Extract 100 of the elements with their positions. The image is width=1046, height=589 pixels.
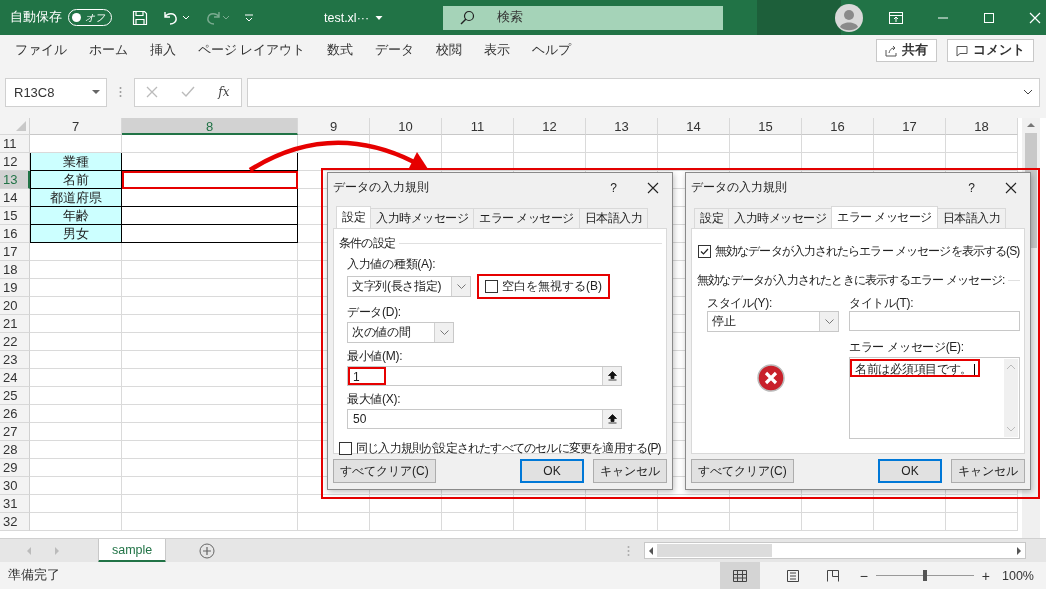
row-header[interactable]: 28: [0, 441, 30, 459]
caret-icon[interactable]: [92, 89, 100, 95]
row-header[interactable]: 23: [0, 351, 30, 369]
ribbon-tab[interactable]: ヘルプ: [521, 42, 583, 59]
ribbon-tab[interactable]: 表示: [473, 42, 522, 59]
table-cell[interactable]: [122, 225, 298, 243]
page-layout-icon[interactable]: [785, 568, 800, 583]
row-header[interactable]: 31: [0, 495, 30, 513]
clear-all-button[interactable]: すべてクリア(C): [691, 459, 794, 483]
range-select-button[interactable]: [602, 367, 621, 385]
insert-function-button[interactable]: fx: [218, 85, 230, 99]
column-header[interactable]: 14: [658, 118, 730, 135]
slider-thumb[interactable]: [922, 570, 927, 581]
row-header[interactable]: 17: [0, 243, 30, 261]
ribbon-tab[interactable]: 挿入: [139, 42, 187, 59]
ribbon-tab[interactable]: ページ レイアウト: [187, 42, 317, 59]
close-icon[interactable]: [1005, 181, 1017, 194]
checkbox-label[interactable]: 空白を無視する(B): [502, 278, 602, 295]
row-header[interactable]: 16: [0, 225, 30, 243]
dialog-tab[interactable]: 日本語入力: [578, 208, 649, 228]
ok-button[interactable]: OK: [878, 459, 942, 483]
formula-input[interactable]: [247, 77, 1040, 107]
comment-button[interactable]: コメント: [947, 39, 1034, 62]
scrollbar[interactable]: [1004, 359, 1018, 437]
text-area[interactable]: 名前は必須項目です。: [849, 357, 1020, 439]
column-header[interactable]: 8: [122, 118, 298, 135]
normal-view-button[interactable]: [719, 562, 760, 589]
column-header[interactable]: 13: [586, 118, 658, 135]
caret-icon[interactable]: [375, 14, 384, 21]
add-sheet-icon[interactable]: [199, 542, 216, 559]
zoom-in-button[interactable]: +: [981, 567, 990, 584]
column-header[interactable]: 12: [514, 118, 586, 135]
row-header[interactable]: 20: [0, 297, 30, 315]
dialog-tab[interactable]: 設定: [336, 206, 371, 228]
dialog-tab[interactable]: エラー メッセージ: [831, 206, 938, 228]
row-header[interactable]: 14: [0, 189, 30, 207]
column-header[interactable]: 15: [730, 118, 802, 135]
row-header[interactable]: 19: [0, 279, 30, 297]
customize-icon[interactable]: [244, 12, 254, 23]
row-header[interactable]: 18: [0, 261, 30, 279]
ribbon-display-icon[interactable]: [889, 11, 904, 24]
dropdown[interactable]: 次の値の間: [347, 322, 454, 343]
maximize-icon[interactable]: [983, 11, 996, 24]
help-button[interactable]: ?: [610, 180, 617, 195]
column-header[interactable]: 16: [802, 118, 874, 135]
selected-cell[interactable]: [122, 171, 298, 189]
dialog-tab[interactable]: 日本語入力: [936, 208, 1007, 228]
table-cell[interactable]: [122, 189, 298, 207]
row-header[interactable]: 11: [0, 135, 30, 153]
ribbon-tab[interactable]: 数式: [316, 42, 365, 59]
caret-icon[interactable]: [182, 14, 190, 21]
row-header[interactable]: 21: [0, 315, 30, 333]
dropdown[interactable]: 停止: [707, 311, 839, 332]
page-break-icon[interactable]: [825, 568, 840, 583]
checkbox[interactable]: [339, 442, 352, 455]
input-field[interactable]: [849, 311, 1020, 331]
save-icon[interactable]: [132, 9, 148, 26]
table-cell[interactable]: [122, 153, 298, 171]
checkbox-label[interactable]: 無効なデータが入力されたらエラー メッセージを表示する(S): [715, 243, 1020, 260]
row-header[interactable]: 27: [0, 423, 30, 441]
input-field[interactable]: 1: [347, 366, 622, 386]
expand-icon[interactable]: [1023, 89, 1033, 95]
ribbon-tab[interactable]: 校閲: [425, 42, 474, 59]
share-button[interactable]: 共有: [876, 39, 937, 62]
checkbox[interactable]: [698, 245, 711, 258]
clear-all-button[interactable]: すべてクリア(C): [333, 459, 436, 483]
input-field[interactable]: 50: [347, 409, 622, 429]
ribbon-tab[interactable]: ホーム: [78, 42, 139, 59]
cancel-button[interactable]: キャンセル: [593, 459, 667, 483]
checkbox[interactable]: [485, 280, 498, 293]
cancel-button[interactable]: キャンセル: [951, 459, 1025, 483]
name-box[interactable]: R13C8: [5, 77, 107, 107]
column-header[interactable]: 18: [946, 118, 1018, 135]
row-header[interactable]: 15: [0, 207, 30, 225]
dropdown[interactable]: 文字列(長さ指定): [347, 276, 471, 297]
file-name[interactable]: test.xl···: [324, 10, 370, 25]
row-header[interactable]: 12: [0, 153, 30, 171]
close-icon[interactable]: [647, 181, 659, 194]
zoom-level[interactable]: 100%: [1002, 568, 1034, 583]
row-header[interactable]: 25: [0, 387, 30, 405]
scroll-thumb[interactable]: [657, 544, 772, 557]
ribbon-tab[interactable]: データ: [364, 42, 426, 59]
check-icon[interactable]: [181, 86, 196, 98]
ok-button[interactable]: OK: [520, 459, 584, 483]
column-header[interactable]: 10: [370, 118, 442, 135]
row-header[interactable]: 32: [0, 513, 30, 531]
column-header[interactable]: 7: [30, 118, 122, 135]
scroll-up-icon[interactable]: [1027, 122, 1035, 127]
row-header[interactable]: 30: [0, 477, 30, 495]
dialog-tab[interactable]: 設定: [694, 208, 729, 228]
help-button[interactable]: ?: [968, 180, 975, 195]
column-header[interactable]: 17: [874, 118, 946, 135]
row-header[interactable]: 24: [0, 369, 30, 387]
horizontal-scrollbar[interactable]: [644, 542, 1026, 559]
range-select-button[interactable]: [602, 410, 621, 428]
ribbon-tab[interactable]: ファイル: [4, 42, 78, 59]
row-header[interactable]: 29: [0, 459, 30, 477]
user-avatar[interactable]: [835, 3, 864, 32]
row-header[interactable]: 26: [0, 405, 30, 423]
sheet-tab[interactable]: sample: [98, 539, 167, 563]
